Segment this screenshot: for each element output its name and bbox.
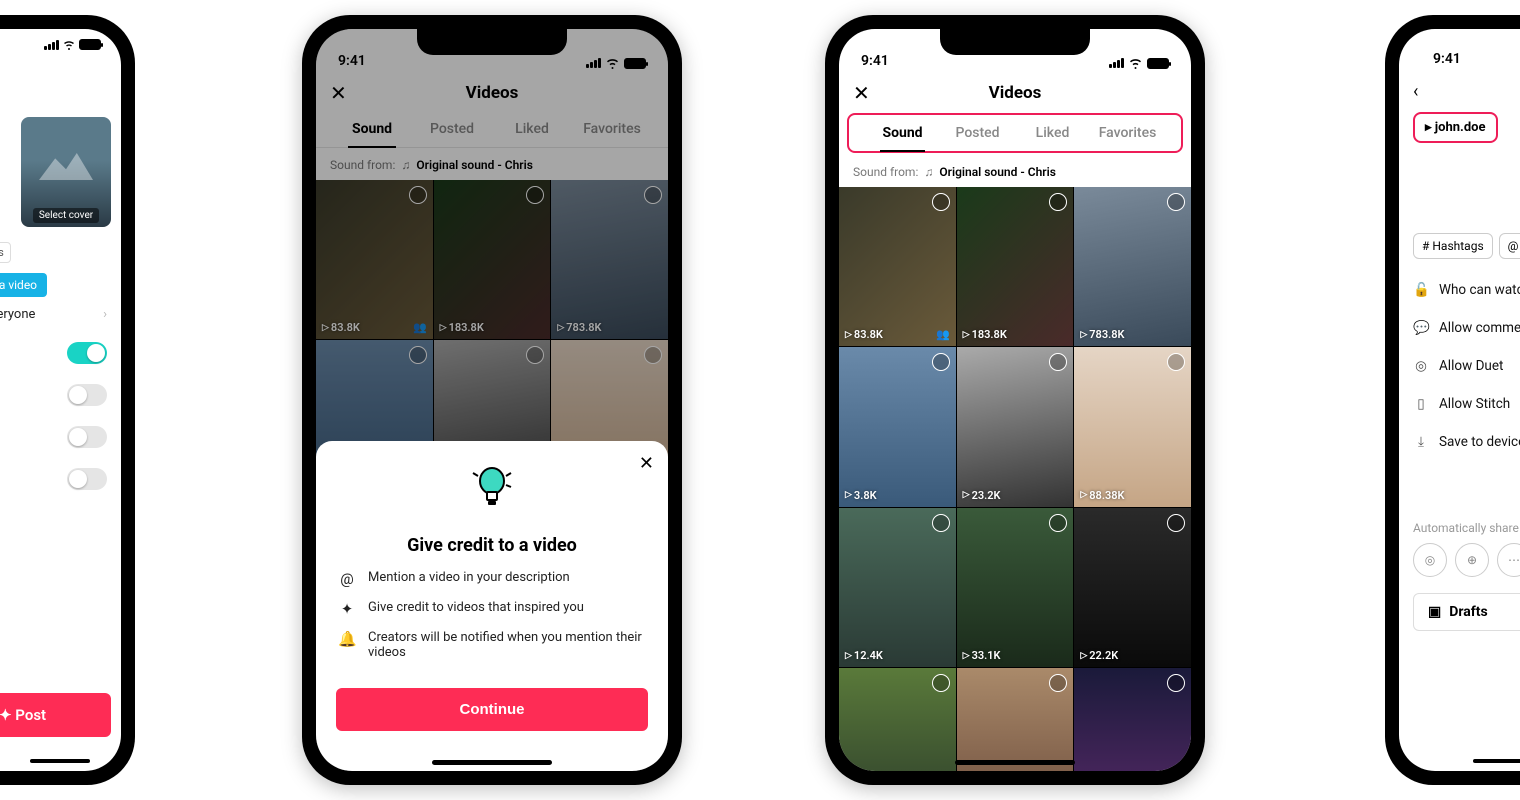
toggle-row-1[interactable] (0, 332, 111, 374)
signal-icon (1109, 58, 1124, 68)
toggle-off[interactable] (67, 468, 107, 490)
drafts-icon: ▣ (1428, 604, 1441, 620)
bulb-small-icon: ✦ (338, 600, 356, 618)
toggle-off[interactable] (67, 426, 107, 448)
video-cell[interactable]: 33.1K (957, 508, 1074, 667)
comment-icon: 💬 (1413, 320, 1429, 336)
mention-chip-annotation[interactable]: ▸ john.doe (1413, 112, 1498, 143)
share-instagram-icon[interactable]: ◎ (1413, 543, 1447, 577)
header: ✕ Videos (839, 73, 1191, 111)
video-cell[interactable] (957, 668, 1074, 771)
at-icon: @ (338, 570, 356, 588)
share-more-icon[interactable]: ⋯ (1497, 543, 1520, 577)
phone-2-videos-modal: 9:41 ✕ Videos Sound Posted Liked Favorit… (302, 15, 682, 785)
hashtags-button[interactable]: # Hashtags (1413, 233, 1493, 259)
share-stories-icon[interactable]: ⊕ (1455, 543, 1489, 577)
row-everyone[interactable]: Everyone› (0, 297, 111, 332)
toggle-row-3[interactable] (0, 416, 111, 458)
close-modal-icon[interactable]: ✕ (639, 453, 654, 474)
video-cell[interactable]: 3.8K (839, 347, 956, 506)
video-cell[interactable]: 83.8K👥 (839, 187, 956, 346)
wifi-icon (62, 39, 76, 50)
row-who-can-watch[interactable]: 🔓Who can watch t (1413, 271, 1520, 309)
phone-4-post-options: 9:41 ‹ ▸ john.doe # Hashtags @ Ment 🔓Who… (1385, 15, 1520, 785)
modal-line-3: 🔔Creators will be notified when you ment… (338, 630, 646, 660)
stitch-icon: ▯ (1413, 396, 1429, 412)
modal-title: Give credit to a video (336, 535, 648, 556)
video-grid: 83.8K👥 183.8K 783.8K 3.8K 23.2K 88.38K 1… (839, 187, 1191, 771)
toggle-off[interactable] (67, 384, 107, 406)
share-label: Automatically share to: (1413, 521, 1520, 535)
row-save-to-device[interactable]: ⤓Save to device (1413, 423, 1520, 461)
tab-posted[interactable]: Posted (940, 115, 1015, 151)
credit-modal: ✕ Give credit to a video @Mention a vide… (316, 441, 668, 771)
tab-sound[interactable]: Sound (865, 115, 940, 151)
download-icon: ⤓ (1413, 434, 1429, 450)
sound-meta: Sound from: ♫ Original sound - Chris (839, 155, 1191, 187)
toggle-on[interactable] (67, 342, 107, 364)
row-allow-comments[interactable]: 💬Allow comments (1413, 309, 1520, 347)
status-icons (0, 39, 111, 50)
video-cell[interactable] (1074, 668, 1191, 771)
video-cell[interactable] (839, 668, 956, 771)
modal-line-2: ✦Give credit to videos that inspired you (338, 600, 646, 618)
battery-icon (1147, 58, 1169, 69)
video-cell[interactable]: 183.8K (957, 187, 1074, 346)
post-button[interactable]: ✦ Post (0, 693, 111, 737)
lock-icon: 🔓 (1413, 282, 1429, 298)
cover-thumbnail[interactable]: Select cover (21, 117, 111, 227)
row-allow-stitch[interactable]: ▯Allow Stitch (1413, 385, 1520, 423)
status-time: 9:41 (861, 53, 889, 69)
select-cover-label: Select cover (33, 208, 99, 223)
drafts-button[interactable]: ▣Drafts (1413, 593, 1520, 631)
video-cell[interactable]: 783.8K (1074, 187, 1191, 346)
video-cell[interactable]: 22.2K (1074, 508, 1191, 667)
tabs-annotation: Sound Posted Liked Favorites (847, 113, 1183, 153)
row-allow-duet[interactable]: ◎Allow Duet (1413, 347, 1520, 385)
tab-liked[interactable]: Liked (1015, 115, 1090, 151)
bell-icon: 🔔 (338, 630, 356, 648)
mentions-button[interactable]: @ Ment (1499, 233, 1520, 259)
status-time: 9:41 (1413, 39, 1520, 77)
tab-favorites[interactable]: Favorites (1090, 115, 1165, 151)
close-icon[interactable]: ✕ (853, 81, 870, 105)
video-cell[interactable]: 12.4K (839, 508, 956, 667)
wifi-icon (1128, 57, 1143, 69)
chip-eos[interactable]: eos (0, 242, 11, 263)
music-note-icon: ♫ (924, 165, 933, 179)
video-cell[interactable]: 23.2K (957, 347, 1074, 506)
continue-button[interactable]: Continue (336, 688, 648, 731)
people-icon: 👥 (936, 328, 950, 341)
duet-icon: ◎ (1413, 358, 1429, 374)
phone-3-videos-grid: 9:41 ✕ Videos Sound Posted Liked Favorit… (825, 15, 1205, 785)
video-cell[interactable]: 88.38K (1074, 347, 1191, 506)
pill-to-video[interactable]: o a video (0, 273, 47, 297)
lightbulb-icon (336, 457, 648, 535)
toggle-row-4[interactable] (0, 458, 111, 500)
toggle-row-2[interactable] (0, 374, 111, 416)
back-icon[interactable]: ‹ (1413, 77, 1520, 106)
modal-line-1: @Mention a video in your description (338, 570, 646, 588)
page-title: Videos (839, 83, 1191, 103)
phone-1-post-screen: s, orou Select cover eos o a video Every… (0, 15, 135, 785)
